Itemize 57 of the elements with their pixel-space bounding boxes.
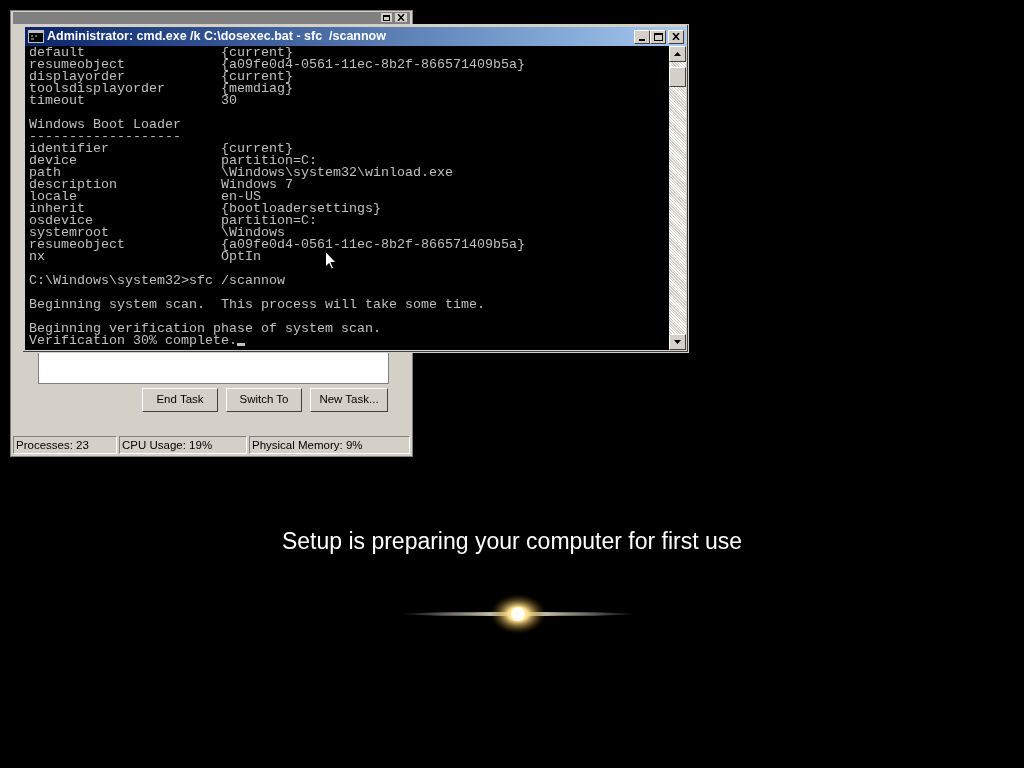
console-value: partition=C: (221, 155, 317, 167)
console-value: Windows 7 (221, 179, 293, 191)
console-key: timeout (29, 95, 221, 107)
console-key: device (29, 155, 221, 167)
console-key: osdevice (29, 215, 221, 227)
console-key: description (29, 179, 221, 191)
window-title: Administrator: cmd.exe /k C:\dosexec.bat - sfc /scannow (47, 28, 387, 46)
console-value: {a09fe0d4-0561-11ec-8b2f-866571409b5a} (221, 59, 525, 71)
console-value: {bootloadersettings} (221, 203, 381, 215)
console-key: default (29, 47, 221, 59)
console-value: 30 (221, 95, 237, 107)
console-value: {memdiag} (221, 83, 293, 95)
console-key: identifier (29, 143, 221, 155)
up-arrow-icon (674, 52, 681, 56)
console-key: resumeobject (29, 59, 221, 71)
scrollbar[interactable] (669, 46, 686, 350)
console-value: \Windows (221, 227, 285, 239)
console-key: toolsdisplayorder (29, 83, 221, 95)
console-key: locale (29, 191, 221, 203)
setup-message: Setup is preparing your computer for first use (281, 527, 743, 556)
console-value: {current} (221, 143, 293, 155)
console-key: path (29, 167, 221, 179)
close-button[interactable] (394, 12, 408, 23)
console-key: displayorder (29, 71, 221, 83)
console-icon (28, 30, 44, 43)
task-manager-button[interactable]: End Task (142, 388, 218, 412)
console-value: OptIn (221, 251, 261, 263)
console-line: Beginning verification phase of system scan. (29, 323, 381, 335)
console-value: {a09fe0d4-0561-11ec-8b2f-866571409b5a} (221, 239, 525, 251)
down-arrow-icon (674, 340, 681, 344)
console-value: en-US (221, 191, 261, 203)
maximize-button[interactable] (380, 12, 393, 23)
close-icon (672, 33, 680, 40)
console-key: systemroot (29, 227, 221, 239)
console-line: Verification 30% complete. (29, 335, 237, 347)
console-value: {current} (221, 71, 293, 83)
task-manager-button[interactable]: Switch To (226, 388, 302, 412)
scroll-down-button[interactable] (669, 334, 686, 350)
scroll-up-button[interactable] (669, 46, 686, 62)
mouse-pointer-icon (325, 251, 337, 270)
console-key: nx (29, 251, 221, 263)
console-value: partition=C: (221, 215, 317, 227)
console-line: Beginning system scan. This process will take some time. (29, 299, 485, 311)
scroll-thumb[interactable] (669, 67, 686, 87)
console-line: Windows Boot Loader (29, 119, 181, 131)
task-manager-button[interactable]: New Task... (310, 388, 388, 412)
console-line: ------------------- (29, 131, 181, 143)
close-icon (397, 14, 405, 21)
minimize-button[interactable] (634, 29, 650, 44)
console-key: resumeobject (29, 239, 221, 251)
console-line: C:\Windows\system32>sfc /scannow (29, 275, 285, 287)
status-bar-pane: Physical Memory: 9% (249, 436, 410, 454)
status-bar-pane: Processes: 23 (13, 436, 117, 454)
console-key: inherit (29, 203, 221, 215)
status-bar-pane: CPU Usage: 19% (119, 436, 247, 454)
console-value: {current} (221, 47, 293, 59)
console-value: \Windows\system32\winload.exe (221, 167, 453, 179)
